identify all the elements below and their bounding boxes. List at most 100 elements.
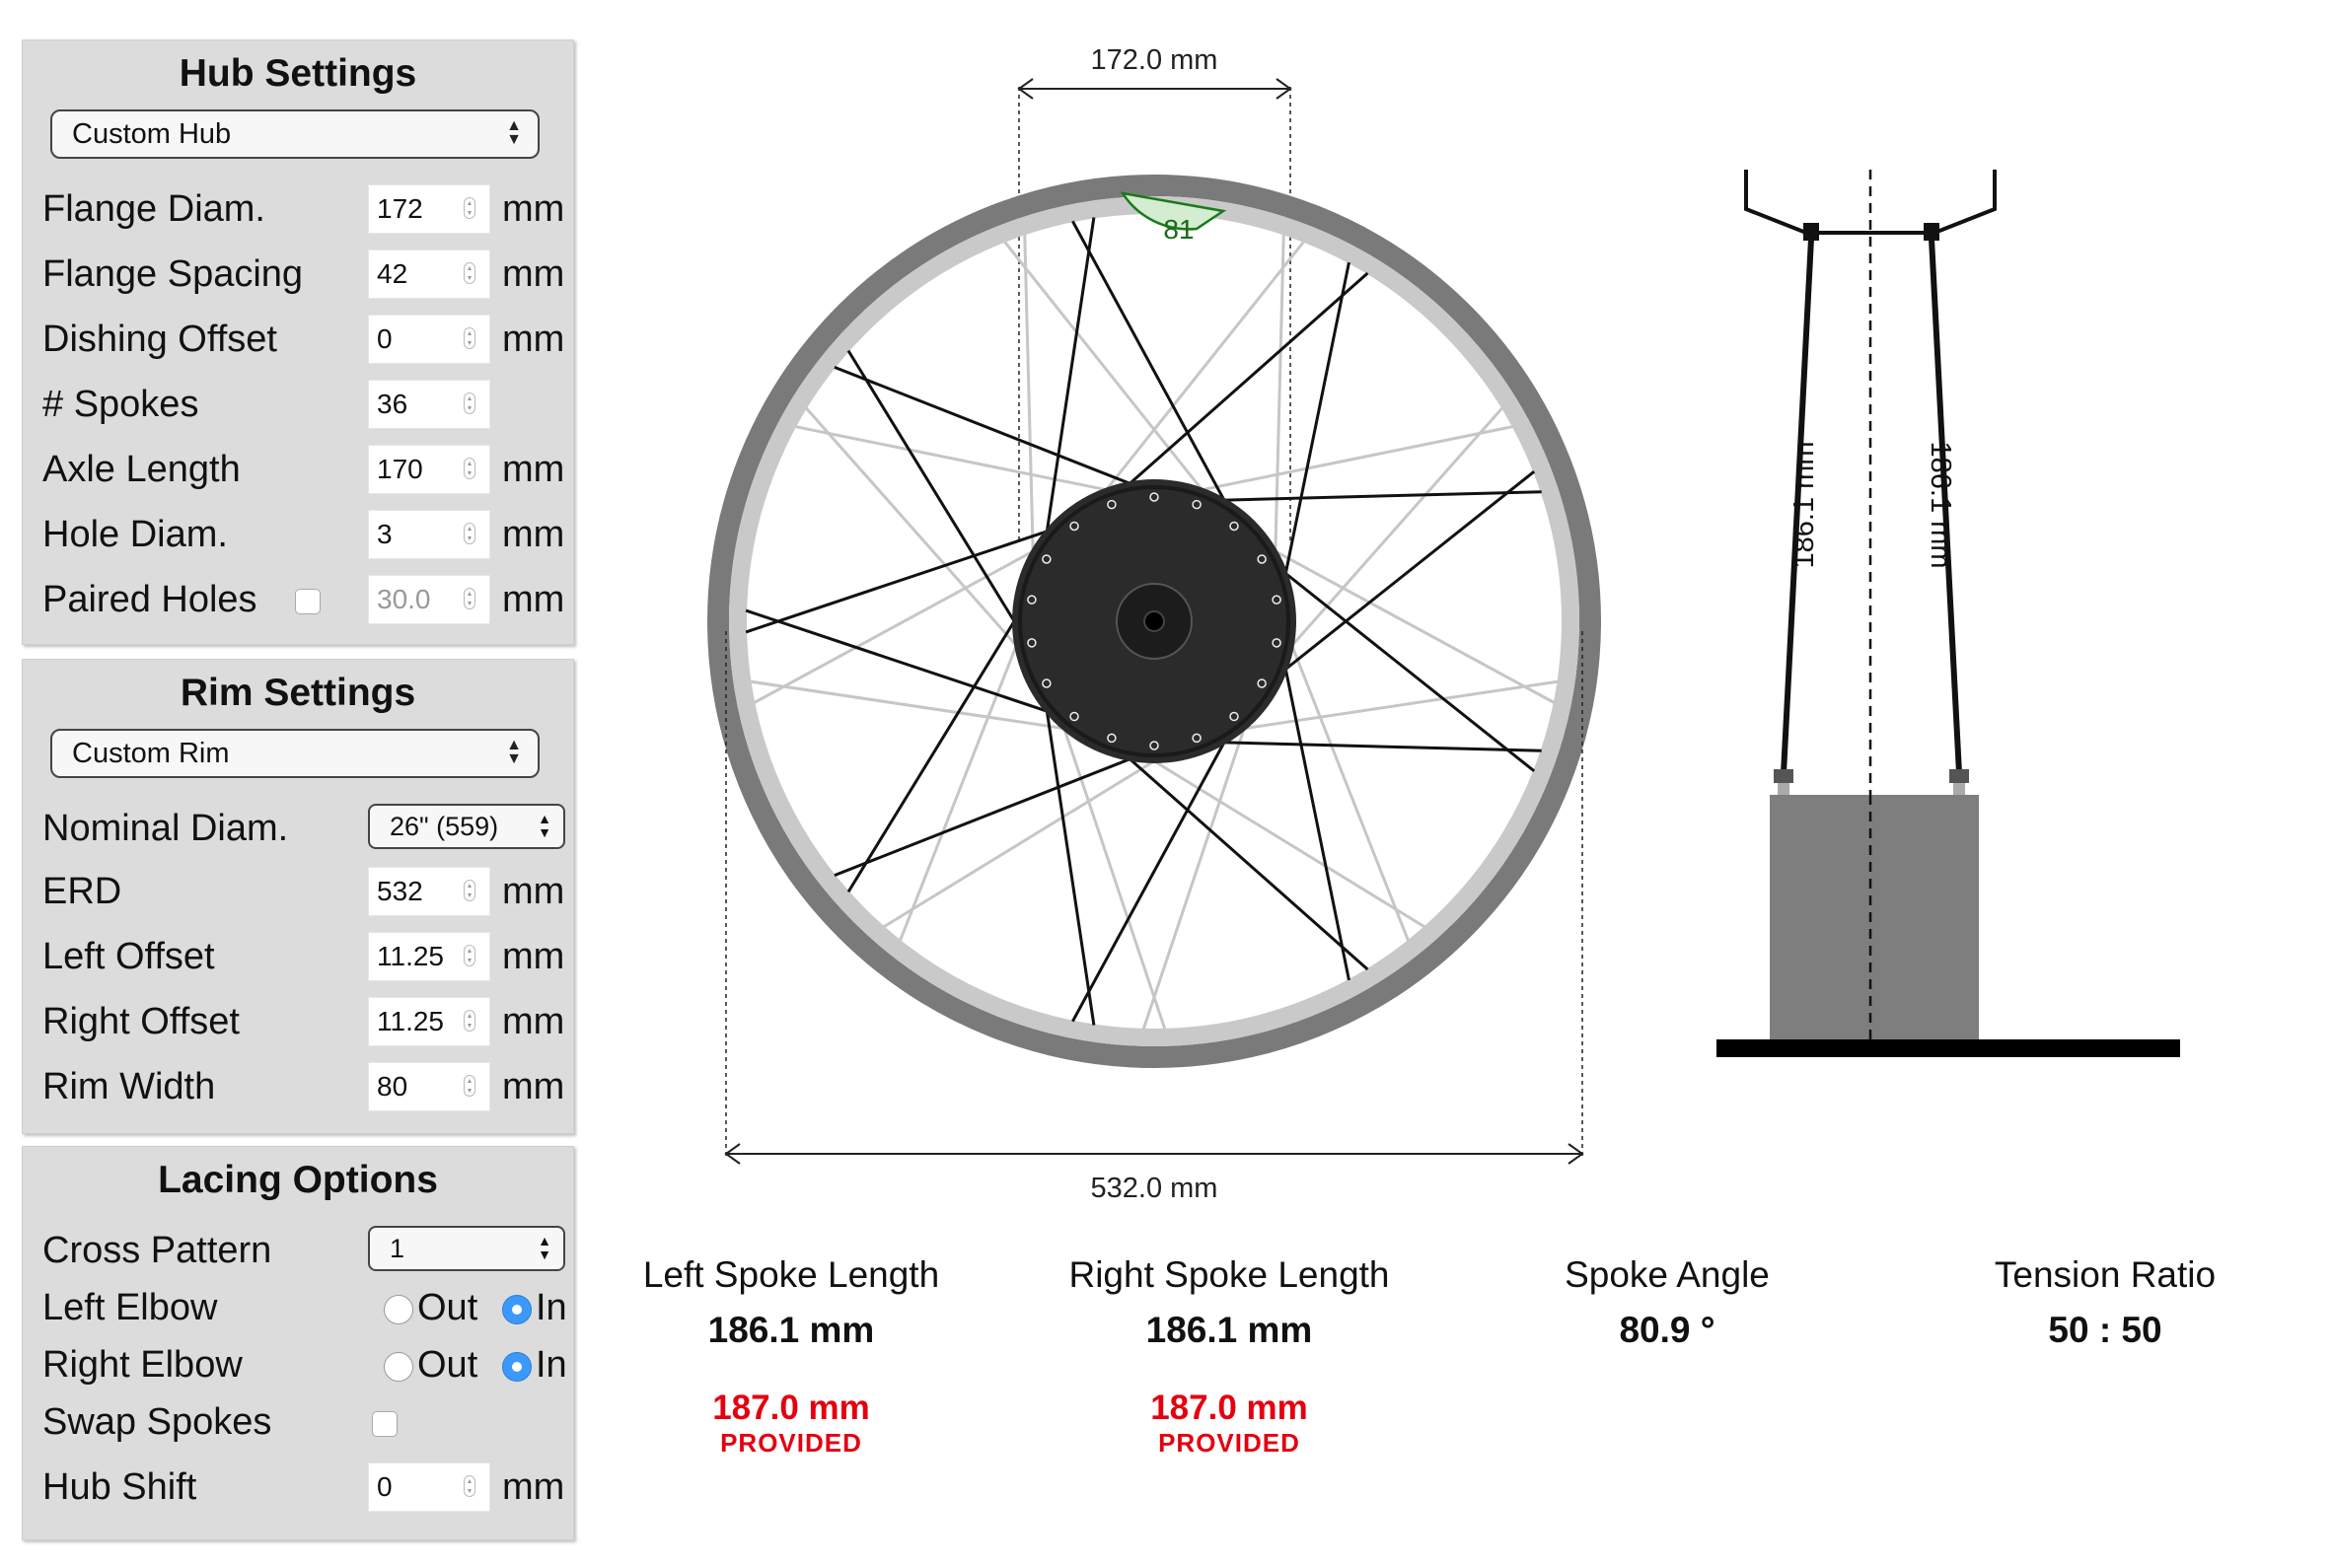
- flange-spacing-input[interactable]: 42: [368, 249, 490, 299]
- front-spoke: [1264, 470, 1536, 687]
- unit-label: mm: [502, 253, 565, 295]
- tension-ratio-result: Tension Ratio 50 : 50: [1928, 1254, 2283, 1351]
- rim-width-value: 80: [377, 1071, 408, 1102]
- hole-diam-row: Hole Diam. 3 mm: [42, 510, 565, 561]
- unit-label: mm: [502, 319, 565, 360]
- hole-diam-input[interactable]: 3: [368, 510, 490, 559]
- fork-left: [1744, 170, 1812, 237]
- erd-value: 532: [377, 876, 423, 906]
- nominal-diam-select[interactable]: 26" (559) ▲ ▼: [368, 804, 565, 849]
- unit-label: mm: [502, 936, 565, 977]
- swap-spokes-checkbox[interactable]: [372, 1411, 398, 1437]
- rim-width-row: Rim Width 80 mm: [42, 1062, 564, 1113]
- back-spoke: [804, 406, 1035, 667]
- back-spoke: [1251, 537, 1556, 704]
- back-spoke: [1273, 234, 1285, 578]
- back-spoke: [1088, 240, 1305, 512]
- flange-dimension-label: 172.0 mm: [1091, 44, 1218, 76]
- rim-width-input[interactable]: 80: [368, 1062, 490, 1111]
- cross-pattern-label: Cross Pattern: [42, 1230, 272, 1271]
- rim-cross-section: [1770, 795, 1979, 1039]
- axle-length-input[interactable]: 170: [368, 445, 490, 494]
- left-elbow-out-radio[interactable]: [384, 1295, 413, 1324]
- paired-holes-input[interactable]: 30.0: [368, 575, 490, 624]
- left-flange-nub: [1803, 223, 1819, 241]
- back-spoke: [794, 425, 1132, 497]
- dishing-offset-input[interactable]: 0: [368, 315, 490, 364]
- axle-length-label: Axle Length: [42, 449, 241, 490]
- spinner-icon[interactable]: [464, 458, 475, 479]
- erd-label: ERD: [42, 871, 122, 912]
- rim-select[interactable]: Custom Rim ▲ ▼: [50, 729, 540, 778]
- nominal-diam-value: 26" (559): [390, 812, 499, 841]
- spoke-angle-value: 80.9 °: [1619, 1310, 1715, 1350]
- ground-bar: [1716, 1039, 2180, 1057]
- back-spoke: [1023, 234, 1036, 578]
- right-flange-nub: [1924, 223, 1939, 241]
- left-offset-value: 11.25: [377, 941, 444, 971]
- spinner-icon[interactable]: [464, 262, 475, 284]
- hub-select-value: Custom Hub: [72, 118, 232, 150]
- right-nipple: [1949, 769, 1969, 783]
- tension-ratio-value: 50 : 50: [2048, 1310, 2162, 1350]
- spinner-icon[interactable]: [464, 197, 475, 219]
- hub-select[interactable]: Custom Hub ▲ ▼: [50, 109, 540, 159]
- left-nipple: [1774, 769, 1793, 783]
- spinner-icon[interactable]: [464, 1075, 475, 1097]
- dishing-offset-value: 0: [377, 323, 393, 354]
- dishing-offset-label: Dishing Offset: [42, 319, 277, 360]
- hub-settings-title: Hub Settings: [179, 52, 417, 95]
- left-offset-row: Left Offset 11.25 mm: [42, 932, 565, 983]
- flange-spacing-label: Flange Spacing: [42, 253, 304, 295]
- paired-holes-label: Paired Holes: [42, 579, 257, 620]
- axle-length-value: 170: [377, 454, 423, 484]
- spinner-icon[interactable]: [464, 945, 475, 966]
- unit-label: mm: [502, 188, 565, 230]
- right-offset-input[interactable]: 11.25: [368, 997, 490, 1046]
- left-spoke-result: Left Spoke Length 186.1 mm 187.0 mm PROV…: [614, 1254, 969, 1459]
- front-spoke: [834, 365, 1155, 495]
- rim-width-label: Rim Width: [42, 1066, 216, 1107]
- right-spoke-provided: 187.0 mm: [1150, 1389, 1308, 1427]
- flange-diam-input[interactable]: 172: [368, 184, 490, 234]
- spinner-icon[interactable]: [464, 1475, 475, 1497]
- paired-holes-row: Paired Holes 30.0 mm: [42, 575, 564, 626]
- cross-pattern-row: Cross Pattern 1 ▲ ▼: [42, 1226, 565, 1277]
- hub-shift-row: Hub Shift 0 mm: [42, 1462, 565, 1514]
- right-elbow-in-radio[interactable]: [502, 1352, 532, 1382]
- unit-label: mm: [502, 871, 565, 912]
- spinner-icon[interactable]: [464, 327, 475, 349]
- unit-label: mm: [502, 1466, 565, 1508]
- left-offset-input[interactable]: 11.25: [368, 932, 490, 981]
- hole-diam-value: 3: [377, 519, 393, 549]
- spokes-input[interactable]: 36: [368, 380, 490, 429]
- left-elbow-in-label: In: [536, 1287, 567, 1328]
- front-spoke: [1198, 740, 1542, 752]
- unit-label: mm: [502, 514, 565, 555]
- right-elbow-label: Right Elbow: [42, 1344, 243, 1386]
- front-spoke: [1278, 261, 1350, 600]
- spinner-icon[interactable]: [464, 588, 475, 609]
- left-elbow-in-radio[interactable]: [502, 1295, 532, 1324]
- right-elbow-out-radio[interactable]: [384, 1352, 413, 1382]
- left-elbow-out-label: Out: [417, 1287, 478, 1328]
- spinner-icon[interactable]: [464, 392, 475, 414]
- spokes-label: # Spokes: [42, 384, 199, 425]
- spoke-angle-label: 81: [1163, 214, 1194, 245]
- cross-pattern-select[interactable]: 1 ▲ ▼: [368, 1226, 565, 1271]
- front-spoke: [1071, 220, 1238, 525]
- front-spoke: [1071, 718, 1238, 1023]
- spinner-icon[interactable]: [464, 880, 475, 901]
- right-spoke-title: Right Spoke Length: [1068, 1254, 1390, 1295]
- front-spoke: [846, 349, 1030, 645]
- updown-icon: ▲ ▼: [506, 737, 522, 767]
- spinner-icon[interactable]: [464, 523, 475, 544]
- flange-diam-value: 172: [377, 193, 423, 224]
- left-spoke-value: 186.1 mm: [707, 1310, 875, 1350]
- paired-holes-checkbox[interactable]: [295, 589, 321, 614]
- rim-settings-title: Rim Settings: [180, 672, 416, 714]
- erd-input[interactable]: 532: [368, 867, 490, 916]
- hole-diam-label: Hole Diam.: [42, 514, 228, 555]
- hub-shift-input[interactable]: 0: [368, 1462, 490, 1512]
- spinner-icon[interactable]: [464, 1010, 475, 1032]
